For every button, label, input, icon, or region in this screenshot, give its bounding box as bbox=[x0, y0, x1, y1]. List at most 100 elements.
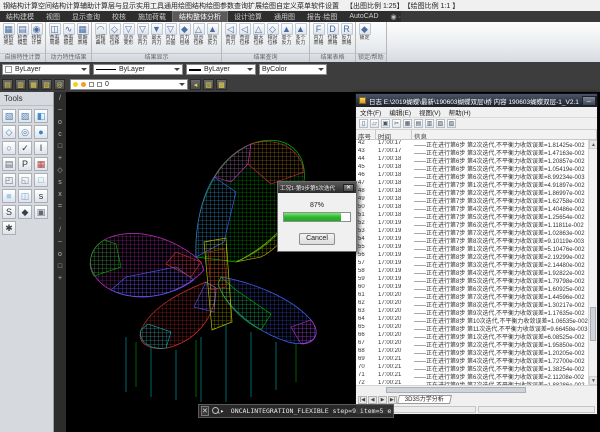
ribbon-tab[interactable]: 结构整体分析 bbox=[172, 11, 228, 22]
ribbon-tool[interactable]: ▦ 结构 类型 bbox=[2, 23, 15, 46]
last-sheet-icon[interactable]: ▶| bbox=[388, 396, 397, 404]
scrollbar-thumb[interactable] bbox=[590, 307, 596, 341]
print-icon[interactable]: ▥ bbox=[425, 119, 434, 128]
log-row[interactable]: 64 17:00:20 ——正在进行第8步 第10次迭代,不平衡力收敛误差=1.… bbox=[356, 316, 588, 324]
ribbon-tool[interactable]: ▦ 周期 表格 bbox=[76, 23, 89, 46]
layer-previous-button[interactable]: ◂ bbox=[190, 79, 201, 90]
ribbon-tool[interactable]: ◠ 时程 曲线 bbox=[94, 23, 107, 46]
color-combo[interactable]: ByLayer bbox=[2, 64, 90, 75]
cancel-button[interactable]: Cancel bbox=[299, 233, 335, 245]
palette-tool-icon[interactable]: ◰ bbox=[2, 173, 16, 187]
ribbon-tab[interactable]: 显示查询 bbox=[66, 11, 106, 22]
menu-item[interactable]: 辅助计算 bbox=[80, 1, 108, 11]
palette-tool-icon[interactable]: ◱ bbox=[18, 173, 32, 187]
log-row[interactable]: 68 17:00:20 ——正在进行第9步 第3次迭代,不平衡力收敛误差=1.2… bbox=[356, 348, 588, 356]
log-row[interactable]: 57 17:00:19 ——正在进行第8步 第3次迭代,不平衡力收敛误差=2.1… bbox=[356, 260, 588, 268]
ribbon-tab[interactable]: 视图 bbox=[40, 11, 66, 22]
ribbon-tab[interactable]: 结构建模 bbox=[0, 11, 40, 22]
save-icon[interactable]: ▣ bbox=[381, 119, 390, 128]
log-row[interactable]: 58 17:00:19 ——正在进行第8步 第4次迭代,不平衡力收敛误差=1.9… bbox=[356, 268, 588, 276]
ribbon-tool[interactable]: △ 显示 位移 bbox=[192, 23, 205, 46]
lineweight-combo[interactable]: ByLayer bbox=[186, 64, 256, 75]
log-row[interactable]: 42 17:00:17 ——正在进行第6步 第2次迭代,不平衡力收敛误差=1.8… bbox=[356, 140, 588, 148]
scroll-down-icon[interactable]: ▼ bbox=[589, 376, 597, 385]
palette-tool-icon[interactable]: P bbox=[18, 157, 32, 171]
log-row[interactable]: 65 17:00:20 ——正在进行第8步 第11次迭代,不平衡力收敛误差=9.… bbox=[356, 324, 588, 332]
draw-tool-icon[interactable]: + bbox=[56, 274, 65, 283]
log-row[interactable]: 48 17:00:18 ——正在进行第7步 第2次迭代,不平衡力收敛误差=1.8… bbox=[356, 188, 588, 196]
draw-tool-icon[interactable]: / bbox=[56, 94, 65, 103]
layer-states-button[interactable]: ▥ bbox=[15, 79, 26, 90]
ribbon-tab[interactable]: 报告·绘图 bbox=[301, 11, 343, 22]
ribbon-tab[interactable]: AutoCAD bbox=[343, 11, 384, 22]
ribbon-tool[interactable]: R 反力 表格 bbox=[340, 23, 353, 46]
log-menu-item[interactable]: 文件(F) bbox=[360, 107, 381, 117]
sheet-tab-analysis[interactable]: 3D3S力学分析 bbox=[397, 395, 452, 404]
ribbon-tool[interactable]: △ 最大 位移 bbox=[252, 23, 265, 46]
ribbon-tab[interactable]: 施加荷载 bbox=[132, 11, 172, 22]
log-row[interactable]: 59 17:00:19 ——正在进行第8步 第5次迭代,不平衡力收敛误差=1.7… bbox=[356, 276, 588, 284]
log-row[interactable]: 52 17:00:19 ——正在进行第7步 第6次迭代,不平衡力收敛误差=1.1… bbox=[356, 220, 588, 228]
log-row[interactable]: 55 17:00:19 ——正在进行第8步 第1次迭代,不平衡力收敛误差=5.1… bbox=[356, 244, 588, 252]
cut-icon[interactable]: ✂ bbox=[392, 119, 401, 128]
ribbon-tool[interactable]: ▼ 最大 内力 bbox=[150, 23, 163, 46]
menu-item[interactable]: 空间结构计算 bbox=[38, 1, 80, 11]
ribbon-tool[interactable]: ◉ 结构 计算 bbox=[30, 23, 43, 46]
menu-item[interactable]: 通用绘图 bbox=[164, 1, 192, 11]
ribbon-tab[interactable]: 通用图 bbox=[268, 11, 301, 22]
clear-icon[interactable]: ▨ bbox=[436, 119, 445, 128]
ribbon-tool[interactable]: ▽ 显示 内力 bbox=[136, 23, 149, 46]
log-row[interactable]: 43 17:00:17 ——正在进行第6步 第3次迭代,不平衡力收敛误差=1.4… bbox=[356, 148, 588, 156]
layer-combo[interactable]: 0 bbox=[70, 79, 188, 90]
command-bar[interactable]: ✕ ▸ - ONCALINTEGRATION_FLEXIBLE step=9 i… bbox=[198, 404, 394, 418]
log-row[interactable]: 63 17:00:20 ——正在进行第8步 第9次迭代,不平衡力收敛误差=1.1… bbox=[356, 308, 588, 316]
palette-tool-icon[interactable]: ✓ bbox=[18, 141, 32, 155]
log-row[interactable]: 66 17:00:20 ——正在进行第9步 第1次迭代,不平衡力收敛误差=6.0… bbox=[356, 332, 588, 340]
ribbon-tool[interactable]: ◁ 查询 位移 bbox=[238, 23, 251, 46]
layer-match-button[interactable]: ▨ bbox=[203, 79, 214, 90]
ribbon-tool[interactable]: ◆ 锁定 bbox=[358, 23, 371, 41]
log-row[interactable]: 61 17:00:20 ——正在进行第8步 第7次迭代,不平衡力收敛误差=1.4… bbox=[356, 292, 588, 300]
open-icon[interactable]: ▱ bbox=[370, 119, 379, 128]
layer-walk-button[interactable]: ▩ bbox=[216, 79, 227, 90]
menu-item[interactable]: 扩展绘图 bbox=[248, 1, 276, 11]
prev-sheet-icon[interactable]: ◀ bbox=[368, 396, 377, 404]
palette-tool-icon[interactable]: ▧ bbox=[2, 109, 16, 123]
draw-tool-icon[interactable]: c bbox=[56, 130, 65, 139]
palette-tool-icon[interactable]: ◫ bbox=[18, 189, 32, 203]
log-row[interactable]: 51 17:00:18 ——正在进行第7步 第5次迭代,不平衡力收敛误差=1.2… bbox=[356, 212, 588, 220]
palette-tool-icon[interactable]: I bbox=[34, 141, 48, 155]
paste-icon[interactable]: ▤ bbox=[414, 119, 423, 128]
first-sheet-icon[interactable]: |◀ bbox=[358, 396, 367, 404]
log-window-titlebar[interactable]: 日志 E:\2019蝴蝶\最新\190603蝴蝶双层\桥 内容 190603蝴蝶… bbox=[356, 94, 597, 107]
layer-unisolate-button[interactable]: ▧ bbox=[41, 79, 52, 90]
log-row[interactable]: 69 17:00:21 ——正在进行第9步 第4次迭代,不平衡力收敛误差=1.7… bbox=[356, 356, 588, 364]
ribbon-tab[interactable]: 设计验算 bbox=[228, 11, 268, 22]
scrollbar-thumb[interactable] bbox=[386, 387, 526, 393]
draw-tool-icon[interactable]: o bbox=[56, 118, 65, 127]
palette-tool-icon[interactable]: ◧ bbox=[34, 109, 48, 123]
palette-tool-icon[interactable]: ■ bbox=[2, 189, 16, 203]
palette-tool-icon[interactable]: ◎ bbox=[18, 125, 32, 139]
log-row[interactable]: 47 17:00:18 ——正在进行第7步 第1次迭代,不平衡力收敛误差=4.9… bbox=[356, 180, 588, 188]
ribbon-options-icon[interactable]: ◉ · bbox=[391, 11, 401, 22]
menu-item[interactable]: 自定义菜单 bbox=[276, 1, 311, 11]
draw-tool-icon[interactable]: ~ bbox=[56, 106, 65, 115]
close-icon[interactable]: ✕ bbox=[343, 184, 354, 192]
ribbon-tool[interactable]: ◇ 相对 位移 bbox=[266, 23, 279, 46]
palette-tool-icon[interactable]: ○ bbox=[2, 141, 16, 155]
palette-tool-icon[interactable]: ▦ bbox=[34, 157, 48, 171]
horizontal-scrollbar[interactable] bbox=[356, 385, 597, 394]
palette-tool-icon[interactable]: ▤ bbox=[2, 157, 16, 171]
log-row[interactable]: 60 17:00:19 ——正在进行第8步 第6次迭代,不平衡力收敛误差=1.6… bbox=[356, 284, 588, 292]
draw-tool-icon[interactable]: ~ bbox=[56, 238, 65, 247]
draw-tool-icon[interactable]: = bbox=[56, 202, 65, 211]
ribbon-tool[interactable]: ▲ 单个 反力 bbox=[280, 23, 293, 46]
ribbon-tool[interactable]: ◇ 动态 位移 bbox=[108, 23, 121, 46]
log-menu-item[interactable]: 帮助(H) bbox=[449, 107, 471, 117]
draw-tool-icon[interactable]: x bbox=[56, 190, 65, 199]
menu-item[interactable]: 实用工具 bbox=[136, 1, 164, 11]
vertical-scrollbar[interactable]: ▲ ▼ bbox=[588, 140, 597, 385]
ribbon-tool[interactable]: F 内力 表格 bbox=[312, 23, 325, 46]
linetype-combo[interactable]: ByLayer bbox=[93, 64, 183, 75]
